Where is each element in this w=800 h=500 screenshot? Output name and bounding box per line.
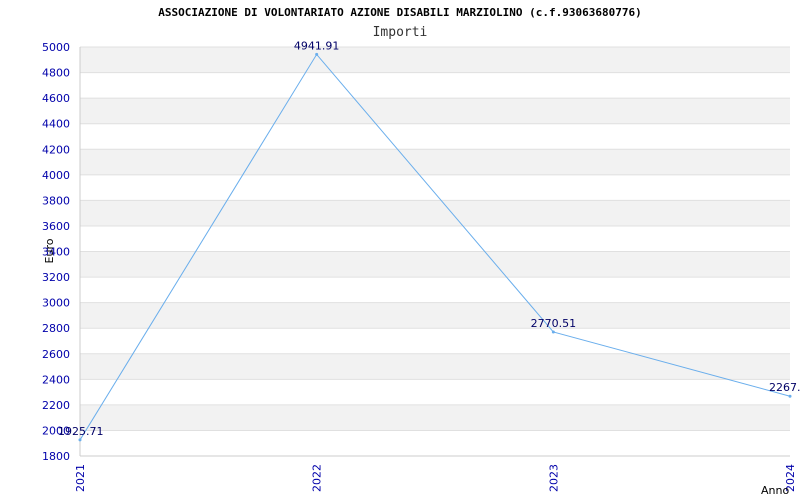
y-tick-label: 2800	[42, 322, 70, 335]
y-tick-label: 4800	[42, 67, 70, 80]
grid-band	[80, 47, 790, 73]
y-tick-label: 3000	[42, 297, 70, 310]
data-point	[788, 394, 792, 398]
grid-band	[80, 200, 790, 226]
y-tick-label: 2400	[42, 373, 70, 386]
data-label: 2267.6	[769, 381, 800, 394]
y-tick-label: 4000	[42, 169, 70, 182]
x-tick-labels: 2021 2022 2023 2024	[74, 464, 797, 492]
line-chart: 1800200022002400260028003000320034003600…	[42, 39, 800, 497]
y-tick-label: 3800	[42, 194, 70, 207]
y-tick-label: 5000	[42, 41, 70, 54]
grid-band	[80, 98, 790, 124]
x-tick-label: 2022	[311, 464, 324, 492]
y-tick-label: 3600	[42, 220, 70, 233]
y-tick-label: 2600	[42, 348, 70, 361]
data-point	[315, 52, 319, 56]
y-tick-label: 3200	[42, 271, 70, 284]
y-tick-label: 4600	[42, 92, 70, 105]
y-tick-label: 1800	[42, 450, 70, 463]
data-label: 2770.51	[531, 317, 577, 330]
x-axis-label: Anno	[761, 484, 789, 497]
grid-band	[80, 251, 790, 278]
data-point	[78, 438, 82, 442]
grid-band	[80, 302, 790, 329]
chart-container: ASSOCIAZIONE DI VOLONTARIATO AZIONE DISA…	[0, 0, 800, 500]
x-tick-label: 2023	[547, 464, 560, 492]
y-axis-label: Euro	[43, 238, 56, 263]
y-tick-label: 4400	[42, 118, 70, 131]
data-label: 1925.71	[58, 425, 104, 438]
data-point	[551, 330, 555, 334]
y-tick-label: 2200	[42, 399, 70, 412]
y-tick-label: 4200	[42, 143, 70, 156]
data-label: 4941.91	[294, 39, 340, 52]
grid-band	[80, 404, 790, 431]
grid-band	[80, 353, 790, 380]
grid-bands	[80, 47, 790, 431]
grid-band	[80, 149, 790, 175]
x-tick-label: 2021	[74, 464, 87, 492]
